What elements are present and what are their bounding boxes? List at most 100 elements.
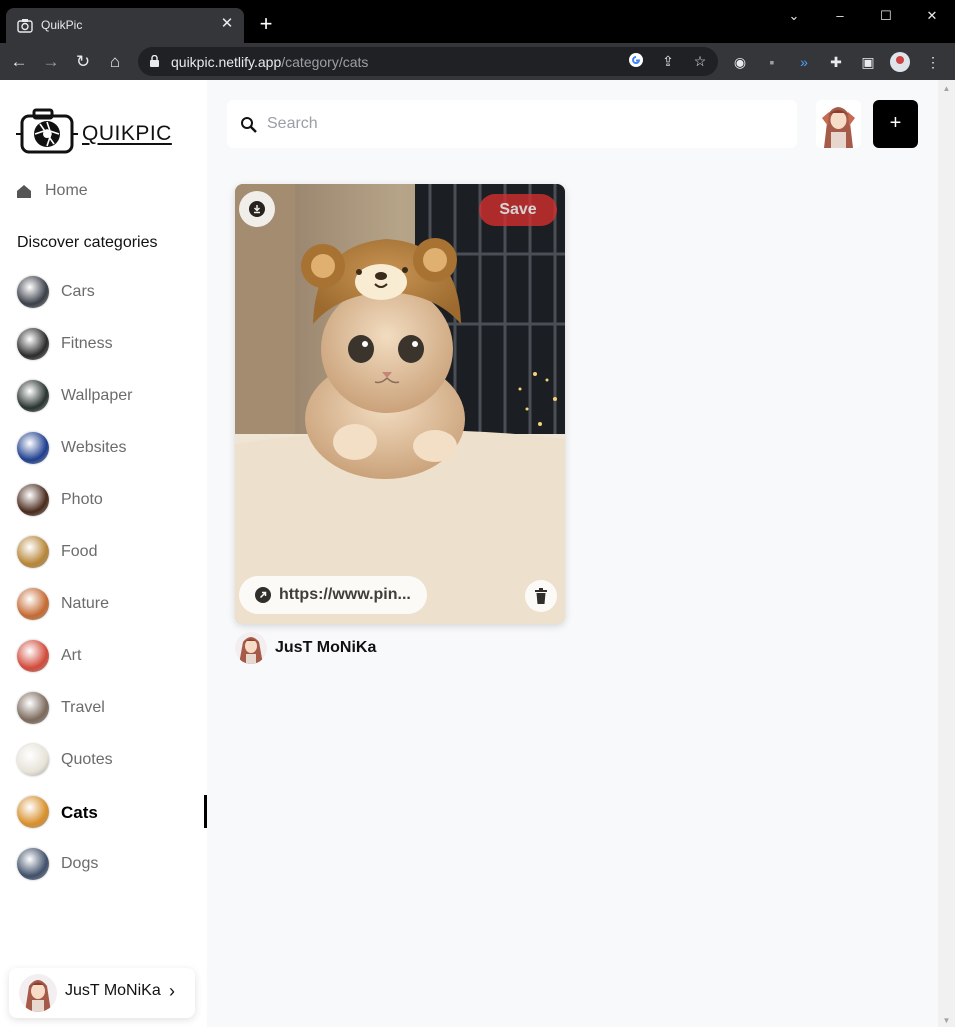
chevron-down-icon[interactable]: ⌄ (784, 8, 804, 24)
category-thumbnail (17, 640, 49, 672)
pin-author[interactable]: JusT MoNiKa (235, 632, 435, 664)
author-name: JusT MoNiKa (275, 639, 377, 656)
category-item-travel[interactable]: Travel (17, 692, 207, 726)
category-item-fitness[interactable]: Fitness (17, 328, 207, 362)
search-bar[interactable] (227, 100, 797, 148)
category-thumbnail (17, 328, 49, 360)
logo[interactable]: QUIKPIC (16, 108, 171, 156)
browser-tab[interactable]: QuikPic ✕ (6, 8, 244, 43)
camera-favicon-icon (17, 19, 33, 33)
category-thumbnail (17, 848, 49, 880)
header-user-avatar[interactable] (816, 100, 861, 148)
category-label: Wallpaper (61, 387, 133, 404)
tab-title: QuikPic (41, 18, 83, 32)
category-label: Travel (61, 699, 105, 716)
category-thumbnail (17, 432, 49, 464)
category-label: Food (61, 543, 98, 560)
logo-text: QUIKPIC (82, 122, 172, 145)
new-tab-icon[interactable]: + (256, 13, 276, 35)
download-button[interactable] (239, 191, 275, 227)
category-label: Websites (61, 439, 127, 456)
delete-button[interactable] (525, 580, 557, 612)
search-icon (241, 117, 257, 133)
author-avatar (235, 632, 267, 664)
category-item-food[interactable]: Food (17, 536, 207, 570)
forward-icon[interactable]: → (40, 51, 62, 73)
home-link[interactable]: Home (17, 180, 197, 204)
url-domain: quikpic.netlify.app (171, 54, 282, 70)
category-item-websites[interactable]: Websites (17, 432, 207, 466)
search-input[interactable] (267, 112, 767, 136)
category-thumbnail (17, 692, 49, 724)
category-label: Quotes (61, 751, 113, 768)
extension-glasses-icon[interactable]: ◉ (730, 52, 750, 72)
add-pin-button[interactable]: + (873, 100, 918, 148)
category-label: Dogs (61, 855, 99, 872)
url-text: quikpic.netlify.app/category/cats (171, 54, 368, 70)
scroll-up-icon[interactable]: ▲ (942, 84, 951, 93)
user-profile-link[interactable]: JusT MoNiKa › (9, 968, 195, 1018)
trash-icon (535, 588, 547, 604)
external-link-icon (255, 587, 271, 603)
pin-source-url: https://www.pin... (279, 586, 411, 603)
save-button[interactable]: Save (479, 194, 557, 226)
category-thumbnail (17, 588, 49, 620)
category-label: Fitness (61, 335, 113, 352)
browser-tab-strip: QuikPic ✕ + ⌄ – ☐ ✕ (0, 0, 955, 43)
home-browser-icon[interactable]: ⌂ (104, 51, 126, 73)
category-item-wallpaper[interactable]: Wallpaper (17, 380, 207, 414)
page-scrollbar[interactable]: ▲ ▼ (938, 80, 955, 1027)
home-label: Home (45, 182, 88, 199)
browser-menu-icon[interactable]: ⋮ (923, 52, 943, 72)
user-name: JusT MoNiKa (65, 982, 161, 999)
browser-toolbar: ← → ↻ ⌂ quikpic.netlify.app/category/cat… (0, 43, 955, 80)
extensions-puzzle-icon[interactable]: ✚ (826, 52, 846, 72)
category-item-quotes[interactable]: Quotes (17, 744, 207, 778)
discover-categories-heading: Discover categories (17, 234, 158, 251)
google-icon[interactable] (627, 52, 645, 70)
close-window-icon[interactable]: ✕ (922, 8, 942, 24)
minimize-icon[interactable]: – (830, 8, 850, 24)
scroll-down-icon[interactable]: ▼ (942, 1016, 951, 1025)
side-panel-icon[interactable]: ▣ (858, 52, 878, 72)
category-label: Nature (61, 595, 110, 612)
download-icon (249, 201, 265, 217)
extension-sound-icon[interactable]: » (794, 52, 814, 72)
address-bar[interactable]: quikpic.netlify.app/category/cats ⇪ ☆ (138, 47, 718, 76)
camera-logo-icon (16, 108, 78, 154)
category-item-nature[interactable]: Nature (17, 588, 207, 622)
pin-card[interactable]: Save https://www.pin... (235, 184, 565, 624)
category-thumbnail (17, 796, 49, 828)
pin-image (235, 184, 565, 624)
maximize-icon[interactable]: ☐ (876, 8, 896, 24)
category-thumbnail (17, 536, 49, 568)
share-icon[interactable]: ⇪ (659, 52, 677, 70)
close-tab-icon[interactable]: ✕ (218, 15, 236, 33)
bookmark-star-icon[interactable]: ☆ (691, 52, 709, 70)
category-label: Cars (61, 283, 95, 300)
reload-icon[interactable]: ↻ (72, 51, 94, 73)
category-item-cats[interactable]: Cats (17, 795, 207, 830)
category-item-dogs[interactable]: Dogs (17, 848, 207, 882)
profile-avatar-icon[interactable] (890, 52, 910, 72)
user-avatar (19, 974, 57, 1012)
category-thumbnail (17, 484, 49, 516)
main-content: + (207, 80, 938, 1027)
lock-icon (150, 55, 159, 67)
category-label: Art (61, 647, 82, 664)
category-label: Cats (61, 803, 98, 822)
chevron-right-icon: › (169, 981, 175, 1001)
category-item-photo[interactable]: Photo (17, 484, 207, 518)
category-label: Photo (61, 491, 103, 508)
category-item-art[interactable]: Art (17, 640, 207, 674)
category-thumbnail (17, 744, 49, 776)
url-path: /category/cats (281, 54, 369, 70)
category-thumbnail (17, 380, 49, 412)
sidebar: QUIKPIC Home Discover categories Cars Fit… (0, 80, 207, 1027)
pin-source-link[interactable]: https://www.pin... (239, 576, 427, 614)
category-item-cars[interactable]: Cars (17, 276, 207, 310)
home-icon (17, 185, 31, 198)
category-thumbnail (17, 276, 49, 308)
back-icon[interactable]: ← (8, 51, 30, 73)
extension-mouse-icon[interactable]: ▪ (762, 52, 782, 72)
